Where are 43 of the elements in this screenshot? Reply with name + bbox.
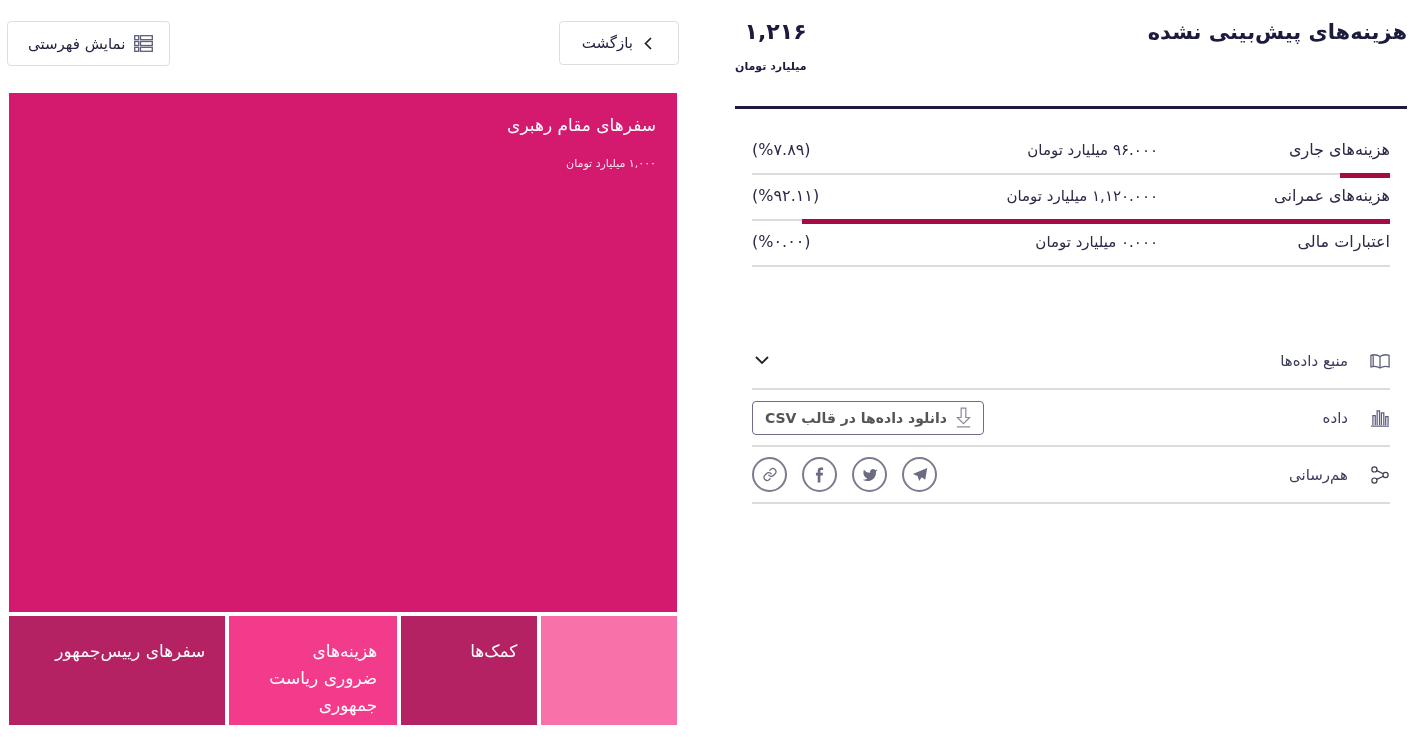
treemap-tile[interactable]: سفرهای مقام رهبری ۱,۰۰۰ میلیارد تومان: [9, 93, 677, 612]
tile-label: سفرهای رییس‌جمهور: [55, 640, 206, 664]
breakdown-label: هزینه‌های جاری: [1288, 139, 1390, 162]
paper-plane-icon: [911, 467, 928, 482]
bird-icon: [861, 467, 878, 482]
treemap-tile[interactable]: سفرهای رییس‌جمهور: [9, 616, 226, 725]
open-book-icon: [1370, 351, 1390, 370]
total-amount: ۱,۲۱۶: [743, 18, 807, 46]
section-label: منبع داده‌ها: [1280, 351, 1348, 370]
breakdown-percent: (%۹۲.۱۱): [752, 185, 820, 207]
treemap-tile[interactable]: هزینه‌های ضروری ریاست جمهوری: [229, 616, 398, 725]
chevron-left-icon: [644, 36, 652, 50]
share-icon: [1370, 465, 1390, 484]
list-view-button[interactable]: نمایش فهرستی: [7, 21, 171, 66]
treemap-tile[interactable]: کمک‌ها: [401, 616, 538, 725]
share-button[interactable]: [902, 457, 937, 492]
tile-label: کمک‌ها: [470, 640, 518, 663]
page-title: هزینه‌های پیش‌بینی نشده: [1147, 19, 1407, 46]
share-button[interactable]: [752, 457, 787, 492]
total-unit: میلیارد تومان: [735, 59, 807, 75]
chevron-down-icon[interactable]: [755, 356, 769, 365]
breakdown-amount: ۹۶.۰۰۰ میلیارد تومان: [1027, 140, 1158, 161]
chain-link-icon: [761, 467, 778, 482]
breakdown-amount: ۱,۱۲۰.۰۰۰ میلیارد تومان: [1006, 186, 1158, 207]
breakdown-label: هزینه‌های عمرانی: [1274, 185, 1390, 208]
download-csv-button[interactable]: دانلود داده‌ها در قالب CSV: [752, 400, 984, 435]
section-label: هم‌رسانی: [1289, 465, 1348, 484]
tile-label: هزینه‌های ضروری ریاست جمهوری: [268, 640, 378, 718]
section-label: داده: [1322, 408, 1348, 427]
download-icon: [956, 407, 971, 428]
tile-label: سفرهای مقام رهبری: [507, 114, 656, 137]
breakdown-percent: (%۷.۸۹): [752, 139, 811, 161]
list-icon: [134, 35, 154, 52]
back-button[interactable]: بازگشت: [558, 21, 679, 65]
treemap-tile[interactable]: [541, 616, 677, 725]
breakdown-amount: ۰.۰۰۰ میلیارد تومان: [1035, 232, 1158, 253]
breakdown-label: اعتبارات مالی: [1297, 231, 1390, 254]
breakdown-percent: (%۰.۰۰): [752, 231, 811, 253]
f-logo-icon: [815, 466, 824, 483]
bar-chart-icon: [1370, 408, 1390, 427]
share-button[interactable]: [802, 457, 837, 492]
share-button[interactable]: [852, 457, 887, 492]
tile-value: ۱,۰۰۰ میلیارد تومان: [566, 156, 656, 172]
